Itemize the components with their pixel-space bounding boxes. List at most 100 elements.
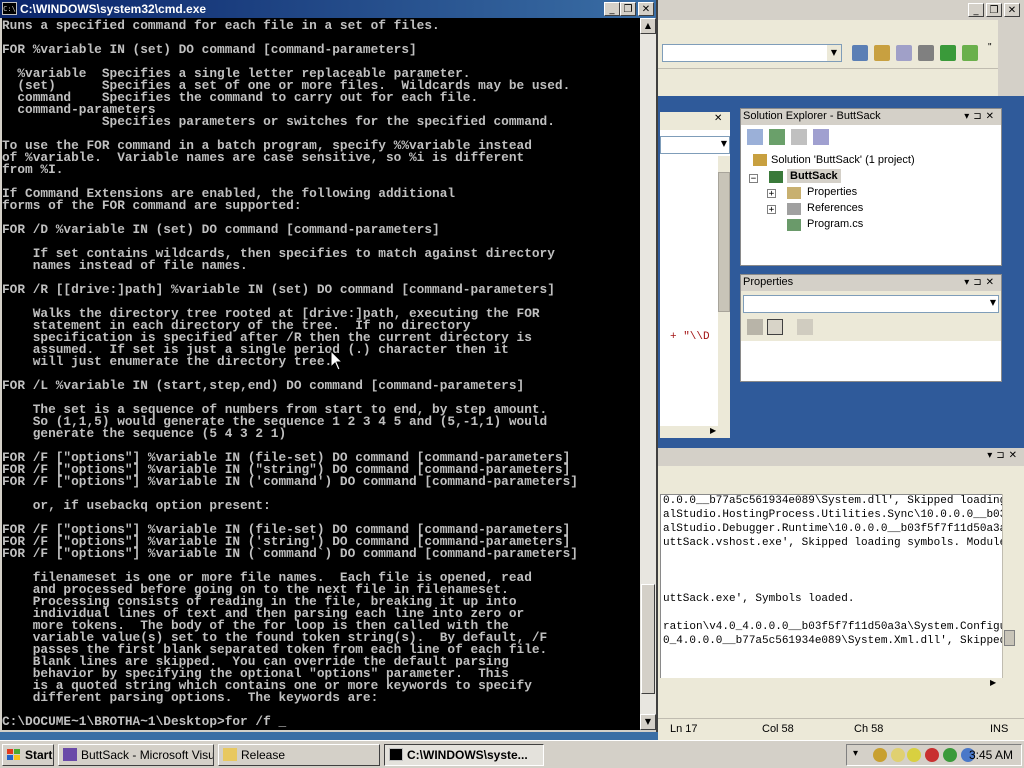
output-line: 0.0.0__b77a5c561934e089\System.dll', Ski… [663, 495, 1007, 507]
taskbar: Start ButtSack - Microsoft Visu... Relea… [0, 740, 1024, 768]
start-button[interactable]: Start [2, 744, 54, 766]
properties-icon[interactable] [896, 45, 912, 61]
output-pane[interactable]: 0.0.0__b77a5c561934e089\System.dll', Ski… [660, 494, 1006, 690]
tree-solution[interactable]: Solution 'ButtSack' (1 project) [771, 154, 915, 166]
refresh-icon[interactable] [769, 129, 785, 145]
cmd-window[interactable]: C:\ C:\WINDOWS\system32\cmd.exe _ ❐ ✕ Ru… [0, 0, 658, 732]
antivirus-icon[interactable] [925, 748, 939, 762]
chevron-down-icon[interactable]: ▼ [827, 45, 841, 61]
member-combo[interactable]: ▼ [660, 136, 730, 154]
close-button[interactable]: ✕ [638, 2, 654, 16]
vs-menubar [658, 20, 1024, 38]
clock[interactable]: 3:45 AM [969, 748, 1013, 762]
restore-button[interactable]: ❐ [986, 3, 1002, 17]
toolbox-icon[interactable] [940, 45, 956, 61]
tree-item-references[interactable]: References [807, 202, 863, 214]
visual-studio-window[interactable]: _ ❐ ✕ ▼ " ✕ ▼ + "\\D ▶ Solution Explorer… [658, 0, 1024, 741]
tree-item-program[interactable]: Program.cs [807, 218, 863, 230]
window-title: C:\WINDOWS\system32\cmd.exe [20, 2, 207, 16]
alphabetical-icon[interactable] [767, 319, 783, 335]
output-line: alStudio.Debugger.Runtime\10.0.0.0__b03f… [663, 523, 1007, 535]
status-mode: INS [990, 723, 1009, 735]
tray-app-icon[interactable] [907, 748, 921, 762]
cmd-scroll-thumb[interactable] [641, 584, 655, 694]
arrow-right-icon[interactable]: ▶ [990, 678, 996, 687]
panel-title: Solution Explorer - ButtSack [743, 110, 881, 122]
minimize-button[interactable]: _ [968, 3, 984, 17]
network-icon[interactable] [943, 748, 957, 762]
panel-title: Properties [743, 276, 794, 288]
tools-icon[interactable] [918, 45, 934, 61]
output-line: 0_4.0.0.0__b77a5c561934e089\System.Xml.d… [663, 635, 1007, 647]
tree-item-properties[interactable]: Properties [807, 186, 857, 198]
project-icon [769, 171, 783, 183]
properties-icon[interactable] [791, 129, 807, 145]
mouse-cursor-icon [330, 350, 344, 371]
console-icon [389, 748, 403, 761]
code-fragment: + "\\D [670, 331, 710, 343]
solution-explorer-title[interactable]: Solution Explorer - ButtSack [741, 109, 1001, 125]
console-icon[interactable]: C:\ [2, 2, 17, 15]
status-col: Col 58 [762, 723, 794, 735]
output-title[interactable]: ▾⊐✕ [658, 448, 1024, 466]
solution-config-combo[interactable]: ▼ [662, 44, 842, 62]
expand-icon[interactable]: + [767, 205, 776, 215]
class-diagram-icon[interactable] [813, 129, 829, 145]
output-toolbar [658, 466, 1024, 494]
collapse-icon[interactable]: − [749, 174, 758, 184]
panel-buttons[interactable]: ▾⊐✕ [964, 109, 998, 124]
solution-icon [753, 154, 767, 166]
panel-buttons[interactable]: ▾⊐✕ [964, 275, 998, 290]
properties-panel[interactable]: Properties ▾⊐✕ ▼ [740, 274, 1002, 382]
status-ch: Ch 58 [854, 723, 884, 735]
chevron-down-icon[interactable]: ▼ [990, 298, 996, 307]
output-hscrollbar[interactable]: ▶ [660, 678, 1006, 690]
visual-studio-icon [63, 748, 77, 761]
scroll-down-icon[interactable]: ▼ [640, 714, 656, 730]
solution-explorer-panel[interactable]: Solution Explorer - ButtSack ▾⊐✕ Solutio… [740, 108, 1002, 266]
property-pages-icon[interactable] [797, 319, 813, 335]
toolbar-overflow-icon[interactable]: " [988, 42, 992, 53]
output-scroll-thumb[interactable] [1004, 630, 1015, 646]
task-release-folder[interactable]: Release [218, 744, 380, 766]
properties-title[interactable]: Properties [741, 275, 1001, 291]
task-label: ButtSack - Microsoft Visu... [81, 748, 214, 762]
output-line: uttSack.exe', Symbols loaded. [663, 593, 855, 605]
show-all-files-icon[interactable] [747, 129, 763, 145]
vs-statusbar: Ln 17 Col 58 Ch 58 INS [658, 718, 1024, 741]
editor-scroll-thumb[interactable] [718, 172, 730, 312]
property-grid[interactable] [741, 341, 1001, 381]
editor-hscrollbar[interactable]: ▶ [660, 426, 730, 438]
windows-logo-icon [7, 749, 20, 760]
cs-file-icon [787, 219, 801, 231]
solution-explorer-icon[interactable] [874, 45, 890, 61]
categorized-icon[interactable] [747, 319, 763, 335]
console-output[interactable]: Runs a specified command for each file i… [2, 18, 640, 730]
close-icon[interactable]: ✕ [714, 113, 722, 124]
cmd-titlebar[interactable]: C:\ C:\WINDOWS\system32\cmd.exe _ ❐ ✕ [0, 0, 656, 18]
find-icon[interactable] [852, 45, 868, 61]
expand-icon[interactable]: + [767, 189, 776, 199]
task-label: Release [241, 748, 286, 762]
close-button[interactable]: ✕ [1004, 3, 1020, 17]
chevron-down-icon[interactable]: ▾ [853, 748, 858, 759]
tree-project[interactable]: ButtSack [787, 169, 841, 183]
output-line: ration\v4.0_4.0.0.0__b03f5f7f11d50a3a\Sy… [663, 621, 1007, 633]
folder-icon [223, 748, 237, 761]
restore-button[interactable]: ❐ [620, 2, 636, 16]
scroll-up-icon[interactable]: ▲ [640, 18, 656, 34]
chevron-down-icon[interactable]: ▼ [721, 139, 727, 148]
tray-app-icon[interactable] [891, 748, 905, 762]
task-cmd[interactable]: C:\WINDOWS\syste... [384, 744, 544, 766]
tray-app-icon[interactable] [873, 748, 887, 762]
arrow-right-icon[interactable]: ▶ [710, 426, 716, 435]
start-page-icon[interactable] [962, 45, 978, 61]
task-label: C:\WINDOWS\syste... [407, 748, 528, 762]
output-line: alStudio.HostingProcess.Utilities.Sync\1… [663, 509, 1007, 521]
vs-titlebar[interactable]: _ ❐ ✕ [658, 0, 1024, 20]
task-visual-studio[interactable]: ButtSack - Microsoft Visu... [58, 744, 214, 766]
output-vscrollbar[interactable] [1002, 494, 1016, 678]
minimize-button[interactable]: _ [604, 2, 620, 16]
panel-buttons[interactable]: ▾⊐✕ [987, 448, 1021, 463]
object-selector[interactable]: ▼ [743, 295, 999, 313]
